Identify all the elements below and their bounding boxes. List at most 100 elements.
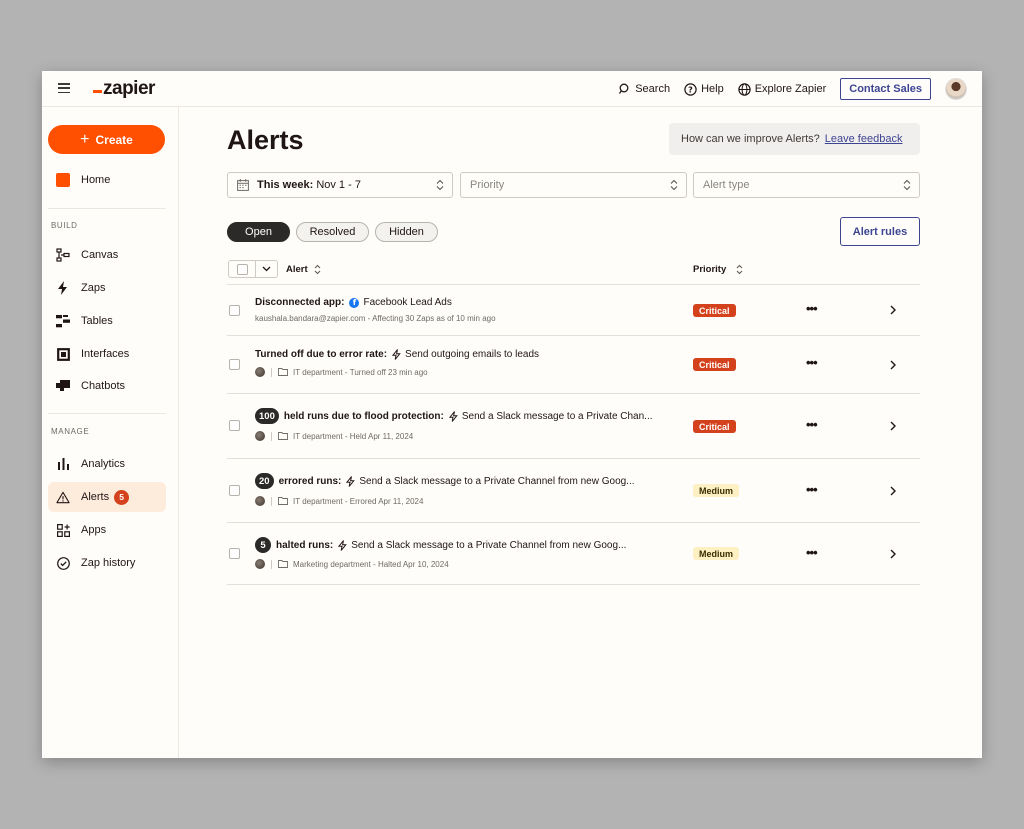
row-checkbox[interactable] <box>229 305 240 316</box>
sidebar-item-apps[interactable]: Apps <box>48 515 166 545</box>
table-row[interactable]: 100 held runs due to flood protection: S… <box>227 394 920 459</box>
priority-badge: Critical <box>693 304 736 317</box>
more-options-icon[interactable]: ••• <box>806 418 818 431</box>
help-label: Help <box>701 83 724 95</box>
sidebar-item-label: Apps <box>81 524 107 536</box>
tables-icon <box>56 314 70 328</box>
more-options-icon[interactable]: ••• <box>806 483 818 496</box>
priority-badge: Medium <box>693 547 740 560</box>
alert-meta-text: Held Apr 11, 2024 <box>349 431 414 441</box>
table-row[interactable]: Turned off due to error rate: Send outgo… <box>227 336 920 394</box>
folder-icon <box>278 560 288 568</box>
sidebar-item-alerts[interactable]: Alerts 5 <box>48 482 166 512</box>
tab-hidden[interactable]: Hidden <box>375 222 438 242</box>
menu-icon[interactable] <box>58 83 70 94</box>
alert-column-header[interactable]: Alert <box>286 264 321 275</box>
alert-type-select[interactable]: Alert type <box>693 172 920 198</box>
leave-feedback-link[interactable]: Leave feedback <box>825 133 903 145</box>
row-checkbox[interactable] <box>229 359 240 370</box>
interfaces-icon <box>56 347 70 361</box>
create-label: Create <box>95 132 133 147</box>
tab-resolved[interactable]: Resolved <box>296 222 369 242</box>
sidebar-item-canvas[interactable]: Canvas <box>48 240 166 270</box>
explore-label: Explore Zapier <box>754 83 827 95</box>
alert-meta-text: Halted Apr 10, 2024 <box>377 559 449 569</box>
globe-icon <box>738 82 751 96</box>
alert-meta: kaushala.bandara@zapier.com - Affecting … <box>255 314 496 323</box>
contact-sales-button[interactable]: Contact Sales <box>840 78 931 100</box>
sort-icon <box>314 264 321 275</box>
alert-subject: Send a Slack message to a Private Channe… <box>359 475 635 487</box>
search-label: Search <box>635 83 671 95</box>
help-button[interactable]: ? Help <box>684 82 724 96</box>
bolt-icon <box>392 349 401 360</box>
chevron-right-icon[interactable] <box>890 421 896 431</box>
chevron-updown-icon <box>436 179 444 191</box>
page-title: Alerts <box>227 125 304 155</box>
more-options-icon[interactable]: ••• <box>806 302 818 315</box>
sidebar-item-label: Alerts <box>81 491 110 503</box>
analytics-icon <box>56 457 70 471</box>
sidebar-item-home[interactable]: Home <box>48 165 166 195</box>
owner-avatar <box>255 431 265 441</box>
bolt-icon <box>346 475 356 487</box>
row-checkbox[interactable] <box>229 485 240 496</box>
sidebar-item-label: Home <box>81 174 111 186</box>
meta-separator: - <box>342 431 350 441</box>
priority-select[interactable]: Priority <box>460 172 687 198</box>
chevron-updown-icon <box>903 179 911 191</box>
svg-text:?: ? <box>688 85 693 94</box>
more-options-icon[interactable]: ••• <box>806 356 818 369</box>
tab-open[interactable]: Open <box>227 222 290 242</box>
select-all-checkbox[interactable] <box>236 263 248 275</box>
more-options-icon[interactable]: ••• <box>806 546 818 559</box>
folder-name: IT department <box>293 431 343 441</box>
chevron-right-icon[interactable] <box>890 486 896 496</box>
bolt-icon <box>338 539 348 551</box>
alert-meta: IT department - Errored Apr 11, 2024 <box>255 496 423 506</box>
logo-text: zapier <box>103 78 155 99</box>
table-row[interactable]: Disconnected app: f Facebook Lead Ads ka… <box>227 285 920 336</box>
owner-avatar <box>255 559 265 569</box>
sidebar-item-chatbots[interactable]: Chatbots <box>48 371 166 401</box>
feedback-text: How can we improve Alerts? <box>681 133 820 145</box>
alert-subject: Send a Slack message to a Private Channe… <box>351 539 627 551</box>
sidebar-item-tables[interactable]: Tables <box>48 306 166 336</box>
explore-button[interactable]: Explore Zapier <box>738 82 827 96</box>
date-range-select[interactable]: This week: Nov 1 - 7 <box>227 172 453 198</box>
table-row[interactable]: 5 halted runs: Send a Slack message to a… <box>227 523 920 585</box>
priority-column-header[interactable]: Priority <box>693 264 743 275</box>
chevron-right-icon[interactable] <box>890 305 896 315</box>
alert-type-text: Turned off due to error rate: <box>255 349 388 360</box>
top-nav: Search ? Help Explore Zapier Contact Sal… <box>619 71 982 107</box>
calendar-icon <box>237 179 249 191</box>
chevron-right-icon[interactable] <box>890 549 896 559</box>
sidebar-item-zap-history[interactable]: Zap history <box>48 548 166 578</box>
table-row[interactable]: 20 errored runs: Send a Slack message to… <box>227 459 920 523</box>
sidebar-item-analytics[interactable]: Analytics <box>48 449 166 479</box>
row-checkbox[interactable] <box>229 420 240 431</box>
alert-type-text: Disconnected app: <box>255 297 345 308</box>
apps-icon <box>56 523 70 537</box>
bulk-select[interactable] <box>228 260 278 278</box>
user-avatar[interactable] <box>945 78 967 100</box>
zapier-logo[interactable]: zapier <box>93 78 155 100</box>
sidebar-item-zaps[interactable]: Zaps <box>48 273 166 303</box>
sidebar-item-label: Analytics <box>81 458 126 470</box>
sidebar-item-interfaces[interactable]: Interfaces <box>48 339 166 369</box>
search-button[interactable]: Search <box>619 83 670 95</box>
row-checkbox[interactable] <box>229 548 240 559</box>
folder-icon <box>278 432 288 440</box>
alert-subject: Send outgoing emails to leads <box>405 349 540 360</box>
chevron-right-icon[interactable] <box>890 360 896 370</box>
feedback-banner: How can we improve Alerts? Leave feedbac… <box>669 123 920 155</box>
alert-meta-text: Errored Apr 11, 2024 <box>349 496 424 506</box>
owner-avatar <box>255 496 265 506</box>
create-button[interactable]: + Create <box>48 125 165 154</box>
alert-rules-button[interactable]: Alert rules <box>840 217 920 246</box>
sidebar-item-label: Interfaces <box>81 348 130 360</box>
alert-type-placeholder: Alert type <box>703 179 750 191</box>
folder-name: IT department <box>293 367 343 377</box>
chevron-down-icon <box>262 266 271 272</box>
alert-type-text: held runs due to flood protection: <box>283 410 444 422</box>
